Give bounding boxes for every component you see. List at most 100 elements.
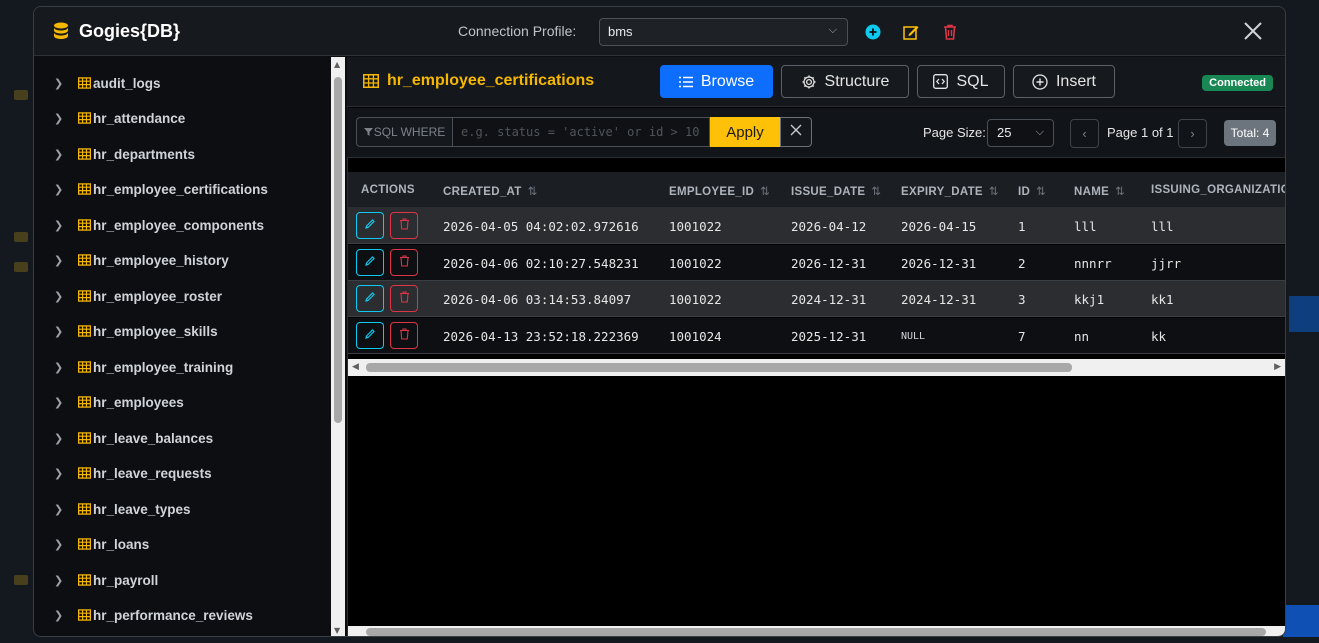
sort-icon[interactable]: ⇅ (760, 186, 770, 198)
chevron-right-icon[interactable]: ❯ (54, 290, 64, 303)
sidebar-item-hr-leave-balances[interactable]: ❯ hr_leave_balances (34, 423, 330, 453)
table-row[interactable]: 2026-04-06 03:14:53.84097 1001022 2024-12-… (348, 281, 1285, 317)
cell-id: 2 (1018, 255, 1026, 271)
grid-horizontal-scrollbar[interactable]: ◀ ▶ (348, 359, 1285, 376)
sidebar-item-hr-departments[interactable]: ❯ hr_departments (34, 139, 330, 169)
sidebar-item-hr-attendance[interactable]: ❯ hr_attendance (34, 103, 330, 133)
column-header[interactable]: EMPLOYEE_ID ⇅ (669, 184, 770, 198)
delete-row-button[interactable] (390, 321, 418, 349)
sort-icon[interactable]: ⇅ (1115, 186, 1125, 198)
chevron-right-icon[interactable]: ❯ (54, 219, 64, 232)
sidebar-item-label: hr_employee_history (93, 252, 229, 268)
column-header[interactable]: EXPIRY_DATE ⇅ (901, 184, 999, 198)
sql-where-input[interactable] (452, 117, 710, 147)
scroll-down-icon[interactable]: ▼ (334, 626, 340, 635)
edit-row-button[interactable] (356, 212, 384, 239)
cell-created-at: 2026-04-06 02:10:27.548231 (443, 255, 639, 271)
column-header-label: ISSUING_ORGANIZATIO (1151, 184, 1285, 196)
delete-row-button[interactable] (390, 285, 418, 312)
column-header[interactable]: NAME ⇅ (1074, 184, 1125, 198)
chevron-right-icon[interactable]: ❯ (54, 77, 64, 90)
tab-browse[interactable]: Browse (660, 65, 773, 98)
chevron-right-icon[interactable]: ❯ (54, 396, 64, 409)
column-header[interactable]: ISSUING_ORGANIZATIO (1151, 184, 1285, 196)
sidebar-item-label: hr_employee_skills (93, 323, 218, 339)
sidebar-item-hr-employee-components[interactable]: ❯ hr_employee_components (34, 210, 330, 240)
column-header-label: EXPIRY_DATE (901, 186, 983, 198)
edit-row-button[interactable] (356, 321, 384, 349)
chevron-right-icon[interactable]: ❯ (54, 574, 64, 587)
tab-structure-label: Structure (824, 72, 890, 90)
edit-row-button[interactable] (356, 285, 384, 312)
sidebar-item-hr-loans[interactable]: ❯ hr_loans (34, 529, 330, 559)
sidebar-item-hr-employee-training[interactable]: ❯ hr_employee_training (34, 352, 330, 382)
table-row[interactable]: 2026-04-05 04:02:02.972616 1001022 2026-04… (348, 208, 1285, 244)
prev-page-button[interactable]: ‹ (1070, 119, 1099, 148)
delete-connection-icon[interactable] (942, 24, 958, 40)
table-row[interactable]: 2026-04-06 02:10:27.548231 1001022 2026-12… (348, 244, 1285, 281)
tab-sql[interactable]: SQL (917, 65, 1005, 98)
chevron-right-icon[interactable]: ❯ (54, 609, 64, 622)
sort-icon[interactable]: ⇅ (989, 186, 999, 198)
tab-insert[interactable]: Insert (1013, 65, 1115, 98)
sidebar-item-hr-payroll[interactable]: ❯ hr_payroll (34, 565, 330, 595)
chevron-right-icon[interactable]: ❯ (54, 503, 64, 516)
apply-filter-button[interactable]: Apply (710, 117, 780, 147)
data-grid: ACTIONS CREATED_AT ⇅ EMPLOYEE_ID ⇅ ISSUE_DATE… (348, 172, 1285, 376)
sidebar-item-hr-employees[interactable]: ❯ hr_employees (34, 387, 330, 417)
connection-profile-label: Connection Profile: (458, 23, 577, 39)
sidebar-item-hr-employee-roster[interactable]: ❯ hr_employee_roster (34, 281, 330, 311)
chevron-right-icon[interactable]: ❯ (54, 183, 64, 196)
sidebar-item-hr-leave-types[interactable]: ❯ hr_leave_types (34, 494, 330, 524)
chevron-right-icon[interactable]: ❯ (54, 432, 64, 445)
close-icon[interactable] (1241, 19, 1265, 43)
column-header[interactable]: ISSUE_DATE ⇅ (791, 184, 881, 198)
scrollbar-thumb[interactable] (366, 363, 1072, 372)
table-row[interactable]: 2026-04-13 23:52:18.222369 1001024 2025-12… (348, 317, 1285, 354)
next-page-button[interactable]: › (1178, 119, 1207, 148)
chevron-right-icon[interactable]: ❯ (54, 538, 64, 551)
sidebar-scrollbar[interactable]: ▲ ▼ (331, 57, 345, 636)
sort-icon[interactable]: ⇅ (1036, 186, 1046, 198)
table-icon (78, 609, 91, 621)
page-size-select[interactable]: 25 ⌵ (987, 119, 1054, 147)
sidebar-item-label: hr_payroll (93, 572, 159, 588)
scroll-left-icon[interactable]: ◀ (352, 362, 359, 372)
backdrop-mark (14, 90, 28, 100)
table-icon (363, 74, 379, 88)
sidebar-item-audit-logs[interactable]: ❯ audit_logs (34, 68, 330, 98)
chevron-right-icon[interactable]: ❯ (54, 467, 64, 480)
modal-header: Gogies{DB} Connection Profile: bms ⌵ (34, 7, 1285, 56)
sidebar-item-hr-leave-requests[interactable]: ❯ hr_leave_requests (34, 458, 330, 488)
column-header[interactable]: ID ⇅ (1018, 184, 1046, 198)
panel-horizontal-scrollbar[interactable] (348, 626, 1285, 636)
sidebar-item-hr-employee-certifications[interactable]: ❯ hr_employee_certifications (34, 174, 330, 204)
backdrop-mark (14, 232, 28, 242)
chevron-right-icon[interactable]: ❯ (54, 254, 64, 267)
sort-icon[interactable]: ⇅ (528, 186, 538, 198)
sort-icon[interactable]: ⇅ (871, 186, 881, 198)
sidebar-item-hr-employee-skills[interactable]: ❯ hr_employee_skills (34, 316, 330, 346)
edit-row-button[interactable] (356, 248, 384, 276)
chevron-right-icon[interactable]: ❯ (54, 361, 64, 374)
cell-issue-date: 2026-12-31 (791, 255, 867, 271)
column-header[interactable]: CREATED_AT ⇅ (443, 184, 538, 198)
chevron-right-icon[interactable]: ❯ (54, 325, 64, 338)
connection-profile-select[interactable]: bms ⌵ (599, 18, 848, 46)
sidebar-item-hr-performance-reviews[interactable]: ❯ hr_performance_reviews (34, 600, 330, 630)
chevron-right-icon[interactable]: ❯ (54, 112, 64, 125)
scroll-up-icon[interactable]: ▲ (334, 60, 340, 69)
delete-row-button[interactable] (390, 248, 418, 276)
scroll-right-icon[interactable]: ▶ (1274, 362, 1281, 372)
sidebar-item-label: hr_departments (93, 146, 196, 162)
delete-row-button[interactable] (390, 212, 418, 239)
scrollbar-thumb[interactable] (366, 628, 1266, 636)
sidebar-item-hr-employee-history[interactable]: ❯ hr_employee_history (34, 245, 330, 275)
add-connection-icon[interactable] (865, 24, 881, 40)
clear-filter-button[interactable] (780, 117, 812, 147)
tab-structure[interactable]: Structure (781, 65, 909, 98)
edit-connection-icon[interactable] (903, 24, 919, 40)
scrollbar-thumb[interactable] (334, 77, 342, 423)
page-size-label: Page Size: (923, 125, 986, 140)
chevron-right-icon[interactable]: ❯ (54, 148, 64, 161)
